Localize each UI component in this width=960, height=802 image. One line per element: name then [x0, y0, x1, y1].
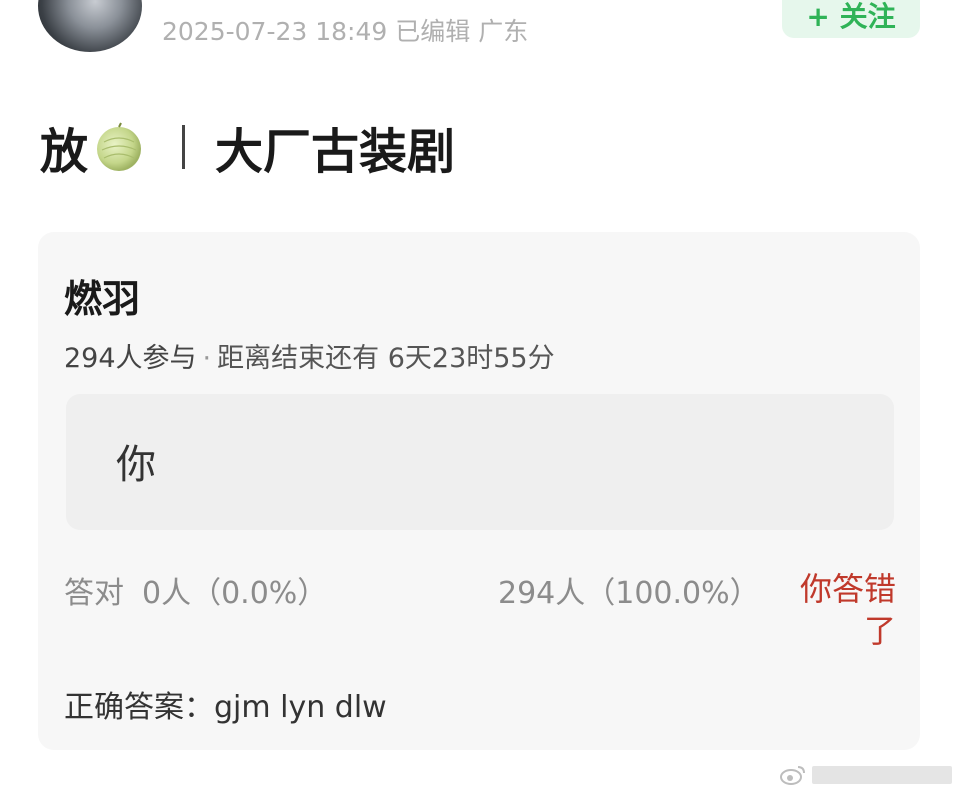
watermark-text-redacted: [812, 766, 952, 784]
post-title-prefix: 放: [40, 124, 89, 180]
correct-answer: 正确答案：gjm lyn dlw: [64, 690, 387, 725]
correct-count: 0人（0.0%）: [142, 576, 328, 611]
melon-icon: [97, 122, 142, 171]
correct-label: 答对: [64, 576, 124, 611]
post-timestamp: 2025-07-23 18:49: [162, 17, 388, 46]
correct-stat: 答对 0人（0.0%）: [64, 568, 327, 612]
quiz-card: 燃羽 294人参与 · 距离结束还有 6天23时55分 你 答对 0人（0.0%） 2…: [38, 232, 920, 750]
quiz-name: 燃羽: [64, 277, 141, 321]
stats-separator: ·: [202, 343, 212, 374]
participant-count: 294人参与: [64, 343, 197, 374]
post-title: 放 大厂古装剧: [40, 112, 455, 182]
wrong-count: 294人（100.0%）: [498, 576, 760, 611]
post-location: 广东: [478, 17, 529, 46]
weibo-logo-icon: [780, 766, 805, 785]
avatar[interactable]: [38, 0, 142, 52]
quiz-stats: 294人参与 · 距离结束还有 6天23时55分: [64, 336, 555, 375]
post-meta: 2025-07-23 18:49 已编辑 广东: [162, 12, 528, 48]
watermark: [780, 764, 952, 786]
post-title-main: 大厂古装剧: [215, 124, 456, 180]
title-divider: [182, 125, 186, 169]
post-edited: 已编辑: [395, 17, 471, 46]
quiz-option[interactable]: 你: [66, 394, 894, 530]
time-remaining: 距离结束还有 6天23时55分: [217, 343, 555, 374]
quiz-option-text: 你: [116, 442, 156, 488]
follow-button[interactable]: + 关注: [782, 0, 920, 38]
result-badge: 你答错了: [799, 570, 896, 650]
